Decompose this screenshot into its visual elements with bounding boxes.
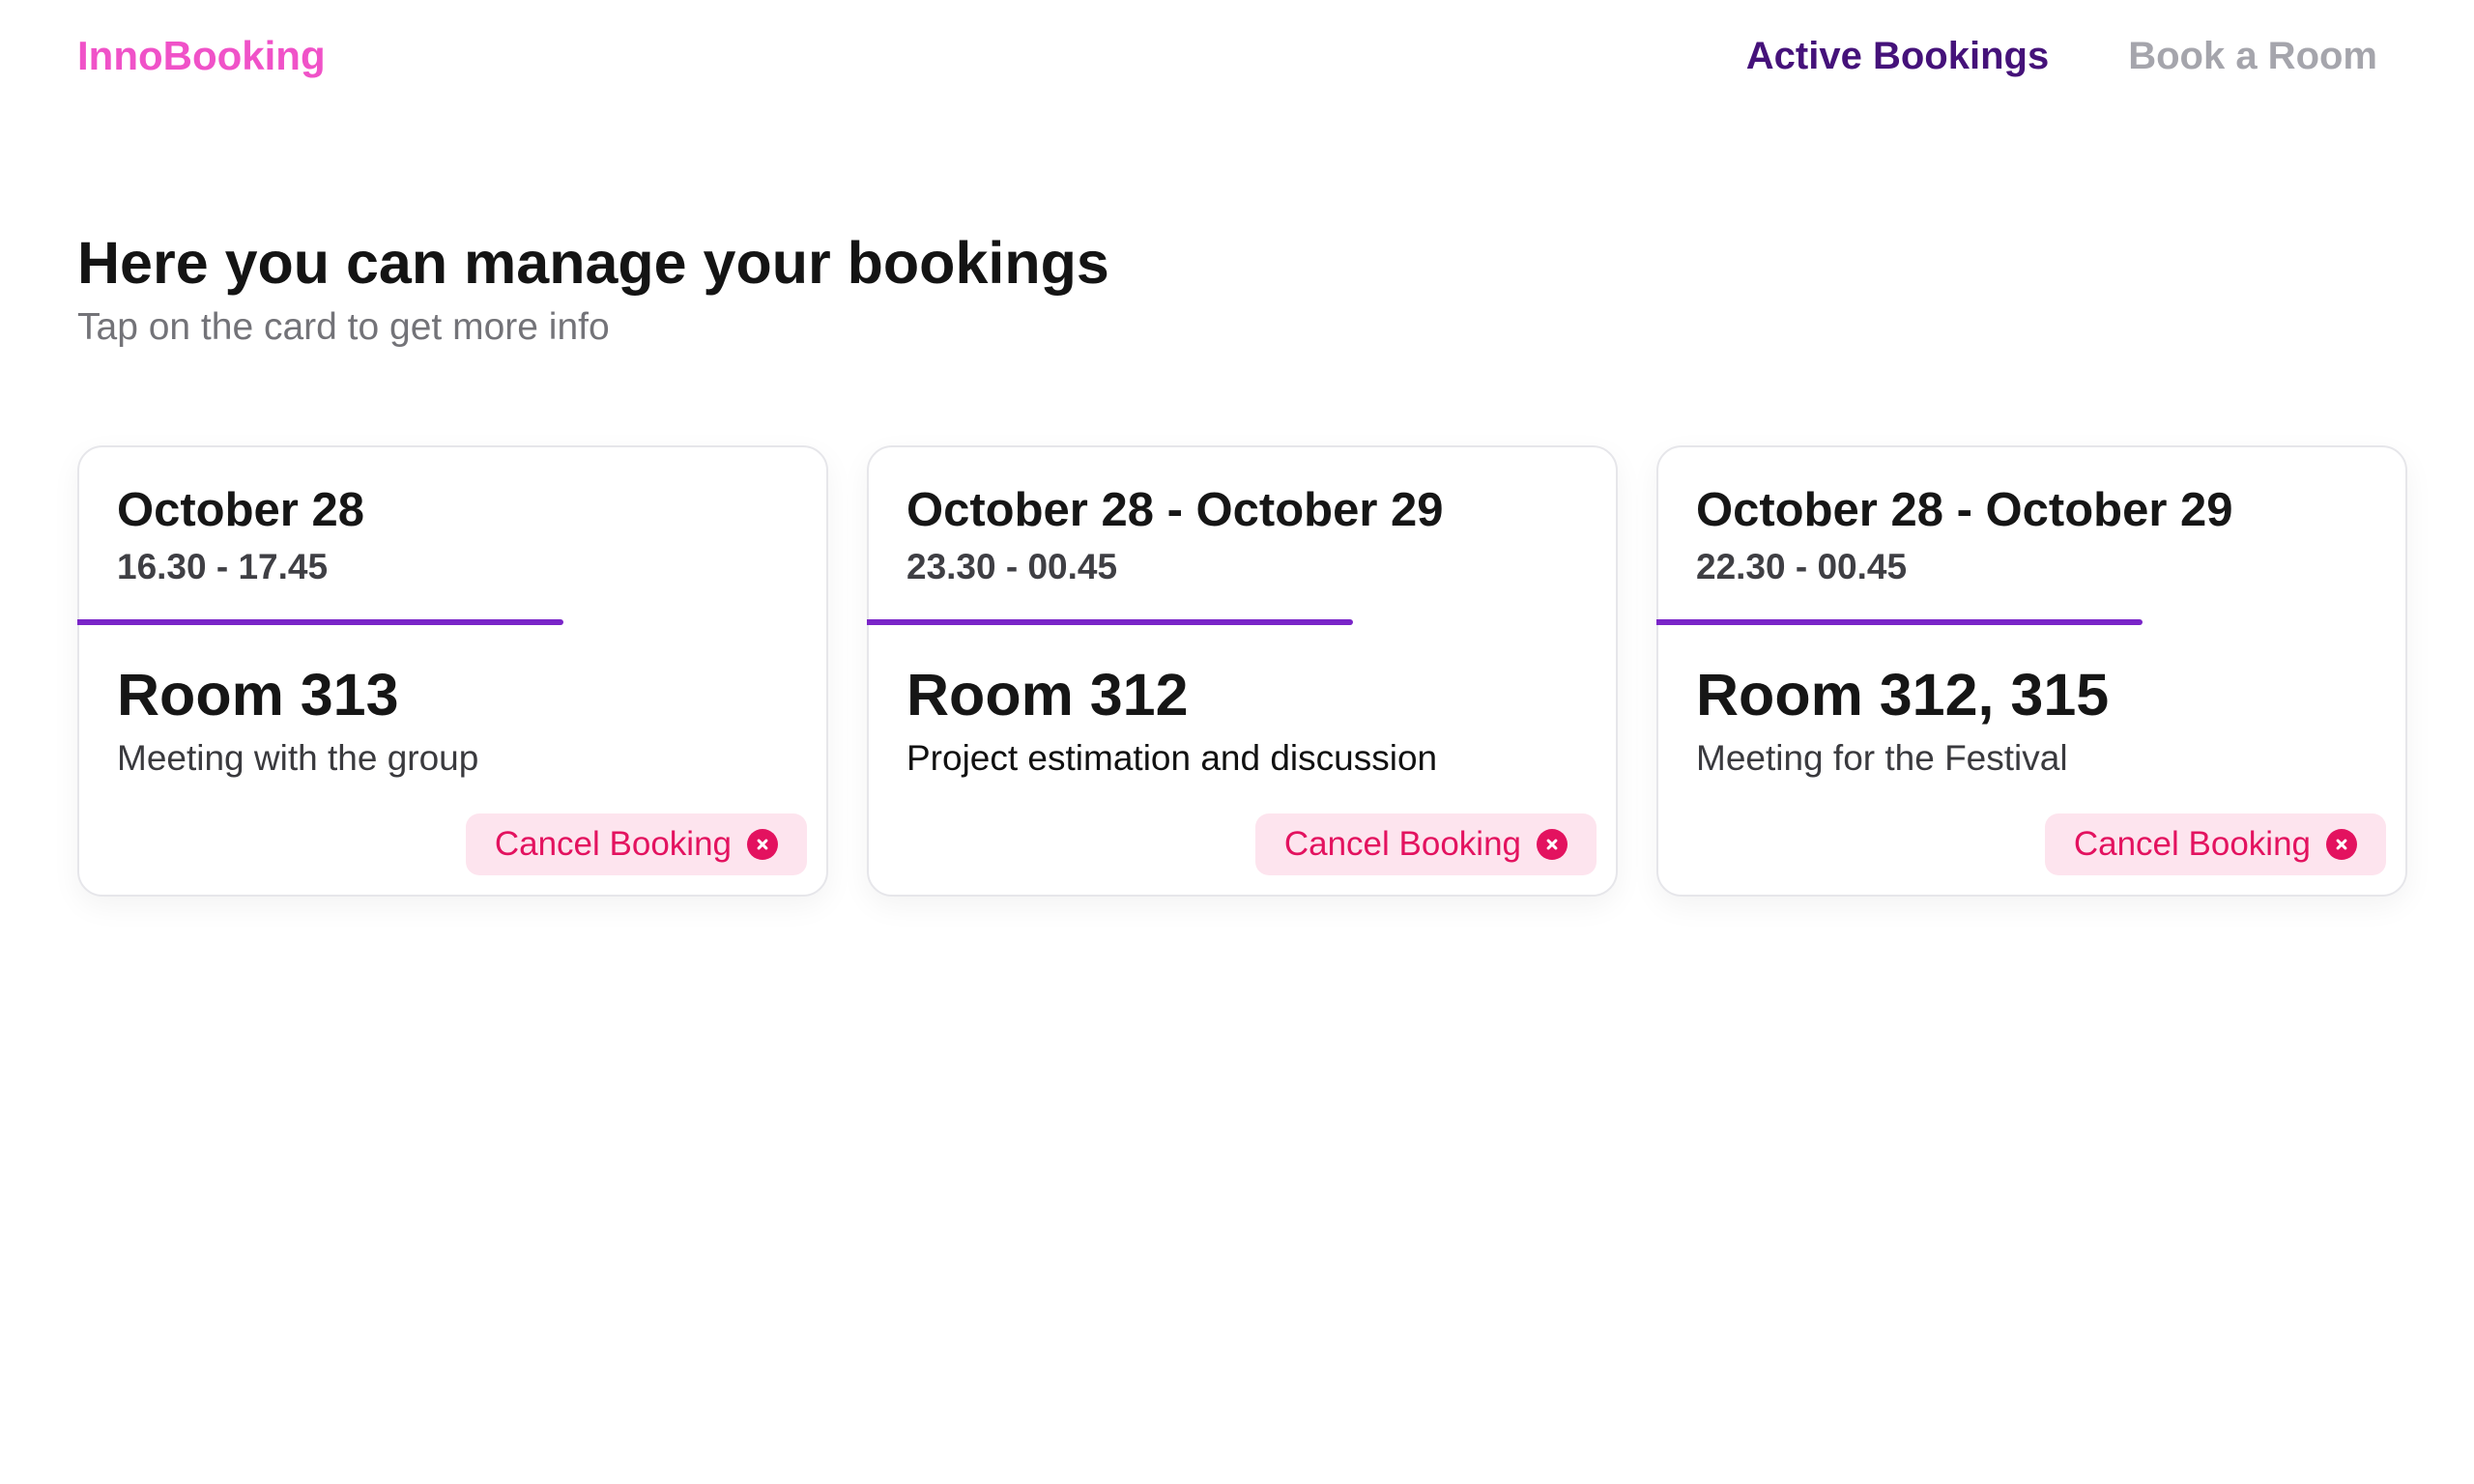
booking-description: Project estimation and discussion [906,738,1438,778]
booking-card[interactable]: October 28 - October 29 23.30 - 00.45 Ro… [867,445,1618,897]
booking-room: Room 312 [906,662,1189,728]
cancel-booking-button[interactable]: Cancel Booking [2044,813,2386,875]
booking-cards: October 28 16.30 - 17.45 Room 313 Meetin… [77,445,2407,897]
logo-innobooking[interactable]: InnoBooking [77,33,326,79]
page-title: Here you can manage your bookings [77,230,1109,296]
card-divider [77,619,563,625]
close-circle-icon [2326,829,2357,860]
booking-date: October 28 - October 29 [906,484,1444,536]
cancel-booking-button[interactable]: Cancel Booking [1254,813,1597,875]
nav-active-bookings[interactable]: Active Bookings [1746,35,2049,78]
nav-book-a-room[interactable]: Book a Room [2128,35,2377,78]
booking-time: 16.30 - 17.45 [117,547,329,586]
booking-description: Meeting for the Festival [1696,738,2068,778]
booking-card[interactable]: October 28 16.30 - 17.45 Room 313 Meetin… [77,445,828,897]
booking-date: October 28 - October 29 [1696,484,2233,536]
card-divider [867,619,1353,625]
booking-card[interactable]: October 28 - October 29 22.30 - 00.45 Ro… [1656,445,2407,897]
booking-room: Room 312, 315 [1696,662,2110,728]
booking-description: Meeting with the group [117,738,479,778]
intro-section: Here you can manage your bookings Tap on… [77,228,1109,350]
booking-room: Room 313 [117,662,399,728]
cancel-booking-label: Cancel Booking [494,825,732,863]
cancel-booking-label: Cancel Booking [2073,825,2311,863]
top-navbar: InnoBooking Active Bookings Book a Room [0,0,2474,116]
close-circle-icon [747,829,778,860]
cancel-booking-label: Cancel Booking [1283,825,1521,863]
booking-time: 23.30 - 00.45 [906,547,1118,586]
card-divider [1656,619,2143,625]
booking-time: 22.30 - 00.45 [1696,547,1908,586]
booking-date: October 28 [117,484,364,536]
cancel-booking-button[interactable]: Cancel Booking [465,813,807,875]
close-circle-icon [1537,829,1568,860]
page-subtitle: Tap on the card to get more info [77,306,610,348]
main-nav: Active Bookings Book a Room [1746,35,2377,78]
